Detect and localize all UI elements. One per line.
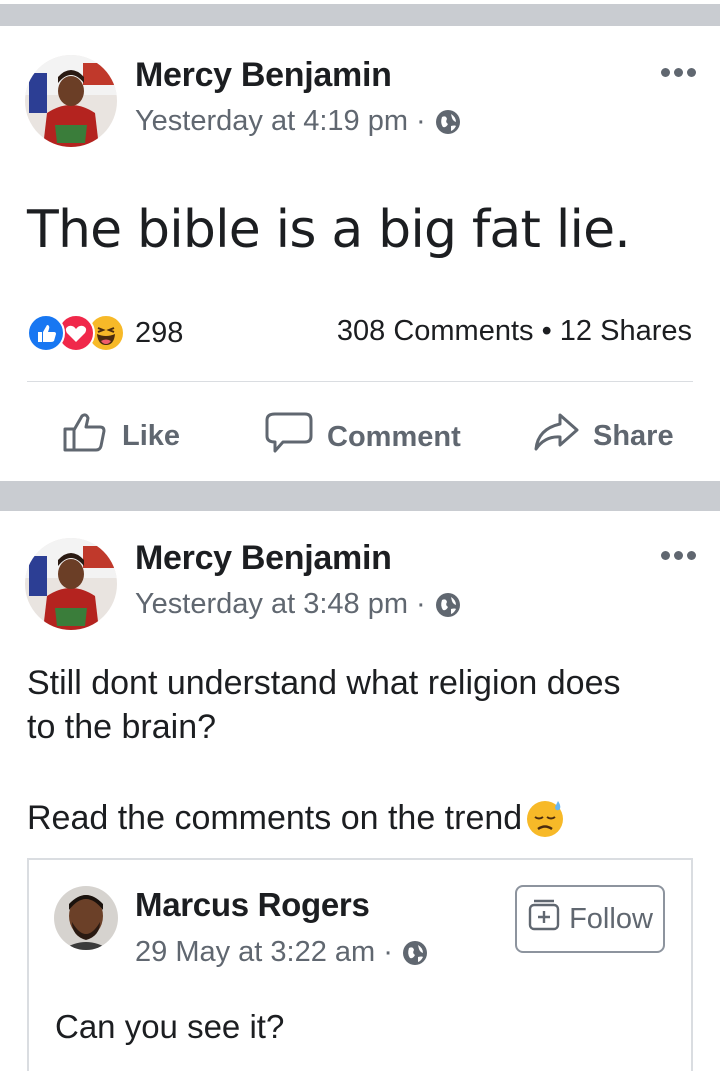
- post-text: The bible is a big fat lie.: [27, 200, 631, 260]
- shared-author[interactable]: Marcus Rogers: [135, 886, 370, 924]
- post-card: Mercy Benjamin Yesterday at 4:19 pm · Th…: [0, 28, 720, 481]
- post-text-line: Read the comments on the trend: [27, 796, 566, 840]
- reaction-summary[interactable]: 298: [27, 313, 183, 353]
- meta-dot: ·: [416, 105, 426, 137]
- feed-separator-top: [0, 0, 720, 28]
- thumbs-up-icon: [62, 411, 108, 461]
- post-text-trend: Read the comments on the trend: [27, 799, 523, 837]
- feed-separator: [0, 481, 720, 511]
- post-author[interactable]: Mercy Benjamin: [135, 56, 392, 95]
- follow-label: Follow: [569, 902, 653, 935]
- shared-meta: 29 May at 3:22 am ·: [135, 936, 429, 969]
- like-reaction-icon: [27, 314, 65, 352]
- comment-button[interactable]: Comment: [265, 411, 461, 463]
- share-button[interactable]: Share: [533, 411, 674, 461]
- share-label: Share: [593, 419, 674, 452]
- share-arrow-icon: [533, 411, 579, 461]
- reaction-count: 298: [135, 316, 184, 349]
- post-card: Mercy Benjamin Yesterday at 3:48 pm · St…: [0, 511, 720, 1071]
- post-actions-bar: Like Comment Share: [0, 411, 720, 461]
- like-button[interactable]: Like: [62, 411, 180, 461]
- shared-timestamp[interactable]: 29 May at 3:22 am: [135, 936, 375, 969]
- more-options-icon[interactable]: [658, 548, 698, 562]
- meta-dot: ·: [383, 936, 393, 968]
- post-text-line: to the brain?: [27, 708, 217, 746]
- globe-icon: [434, 591, 462, 619]
- shared-post-text: Can you see it?: [55, 1008, 285, 1045]
- globe-icon: [434, 108, 462, 136]
- shared-post-card[interactable]: Marcus Rogers 29 May at 3:22 am · Follow…: [27, 858, 693, 1071]
- comment-bubble-icon: [265, 411, 313, 463]
- globe-icon: [401, 939, 429, 967]
- avatar[interactable]: [25, 55, 117, 147]
- post-meta: Yesterday at 3:48 pm ·: [135, 588, 462, 621]
- post-author[interactable]: Mercy Benjamin: [135, 539, 392, 578]
- sweat-face-emoji-icon: [524, 797, 566, 839]
- post-meta: Yesterday at 4:19 pm ·: [135, 105, 462, 138]
- post-timestamp[interactable]: Yesterday at 4:19 pm: [135, 105, 408, 138]
- follow-icon: [527, 898, 561, 940]
- follow-button[interactable]: Follow: [515, 885, 665, 953]
- shared-avatar[interactable]: [54, 886, 118, 950]
- more-options-icon[interactable]: [658, 65, 698, 79]
- meta-dot: ·: [416, 588, 426, 620]
- like-label: Like: [122, 419, 181, 452]
- post-timestamp[interactable]: Yesterday at 3:48 pm: [135, 588, 408, 621]
- post-text-line: Still dont understand what religion does: [27, 664, 621, 702]
- comment-label: Comment: [327, 420, 461, 453]
- comments-shares-count[interactable]: 308 Comments • 12 Shares: [337, 315, 692, 348]
- divider: [27, 381, 693, 382]
- avatar[interactable]: [25, 538, 117, 630]
